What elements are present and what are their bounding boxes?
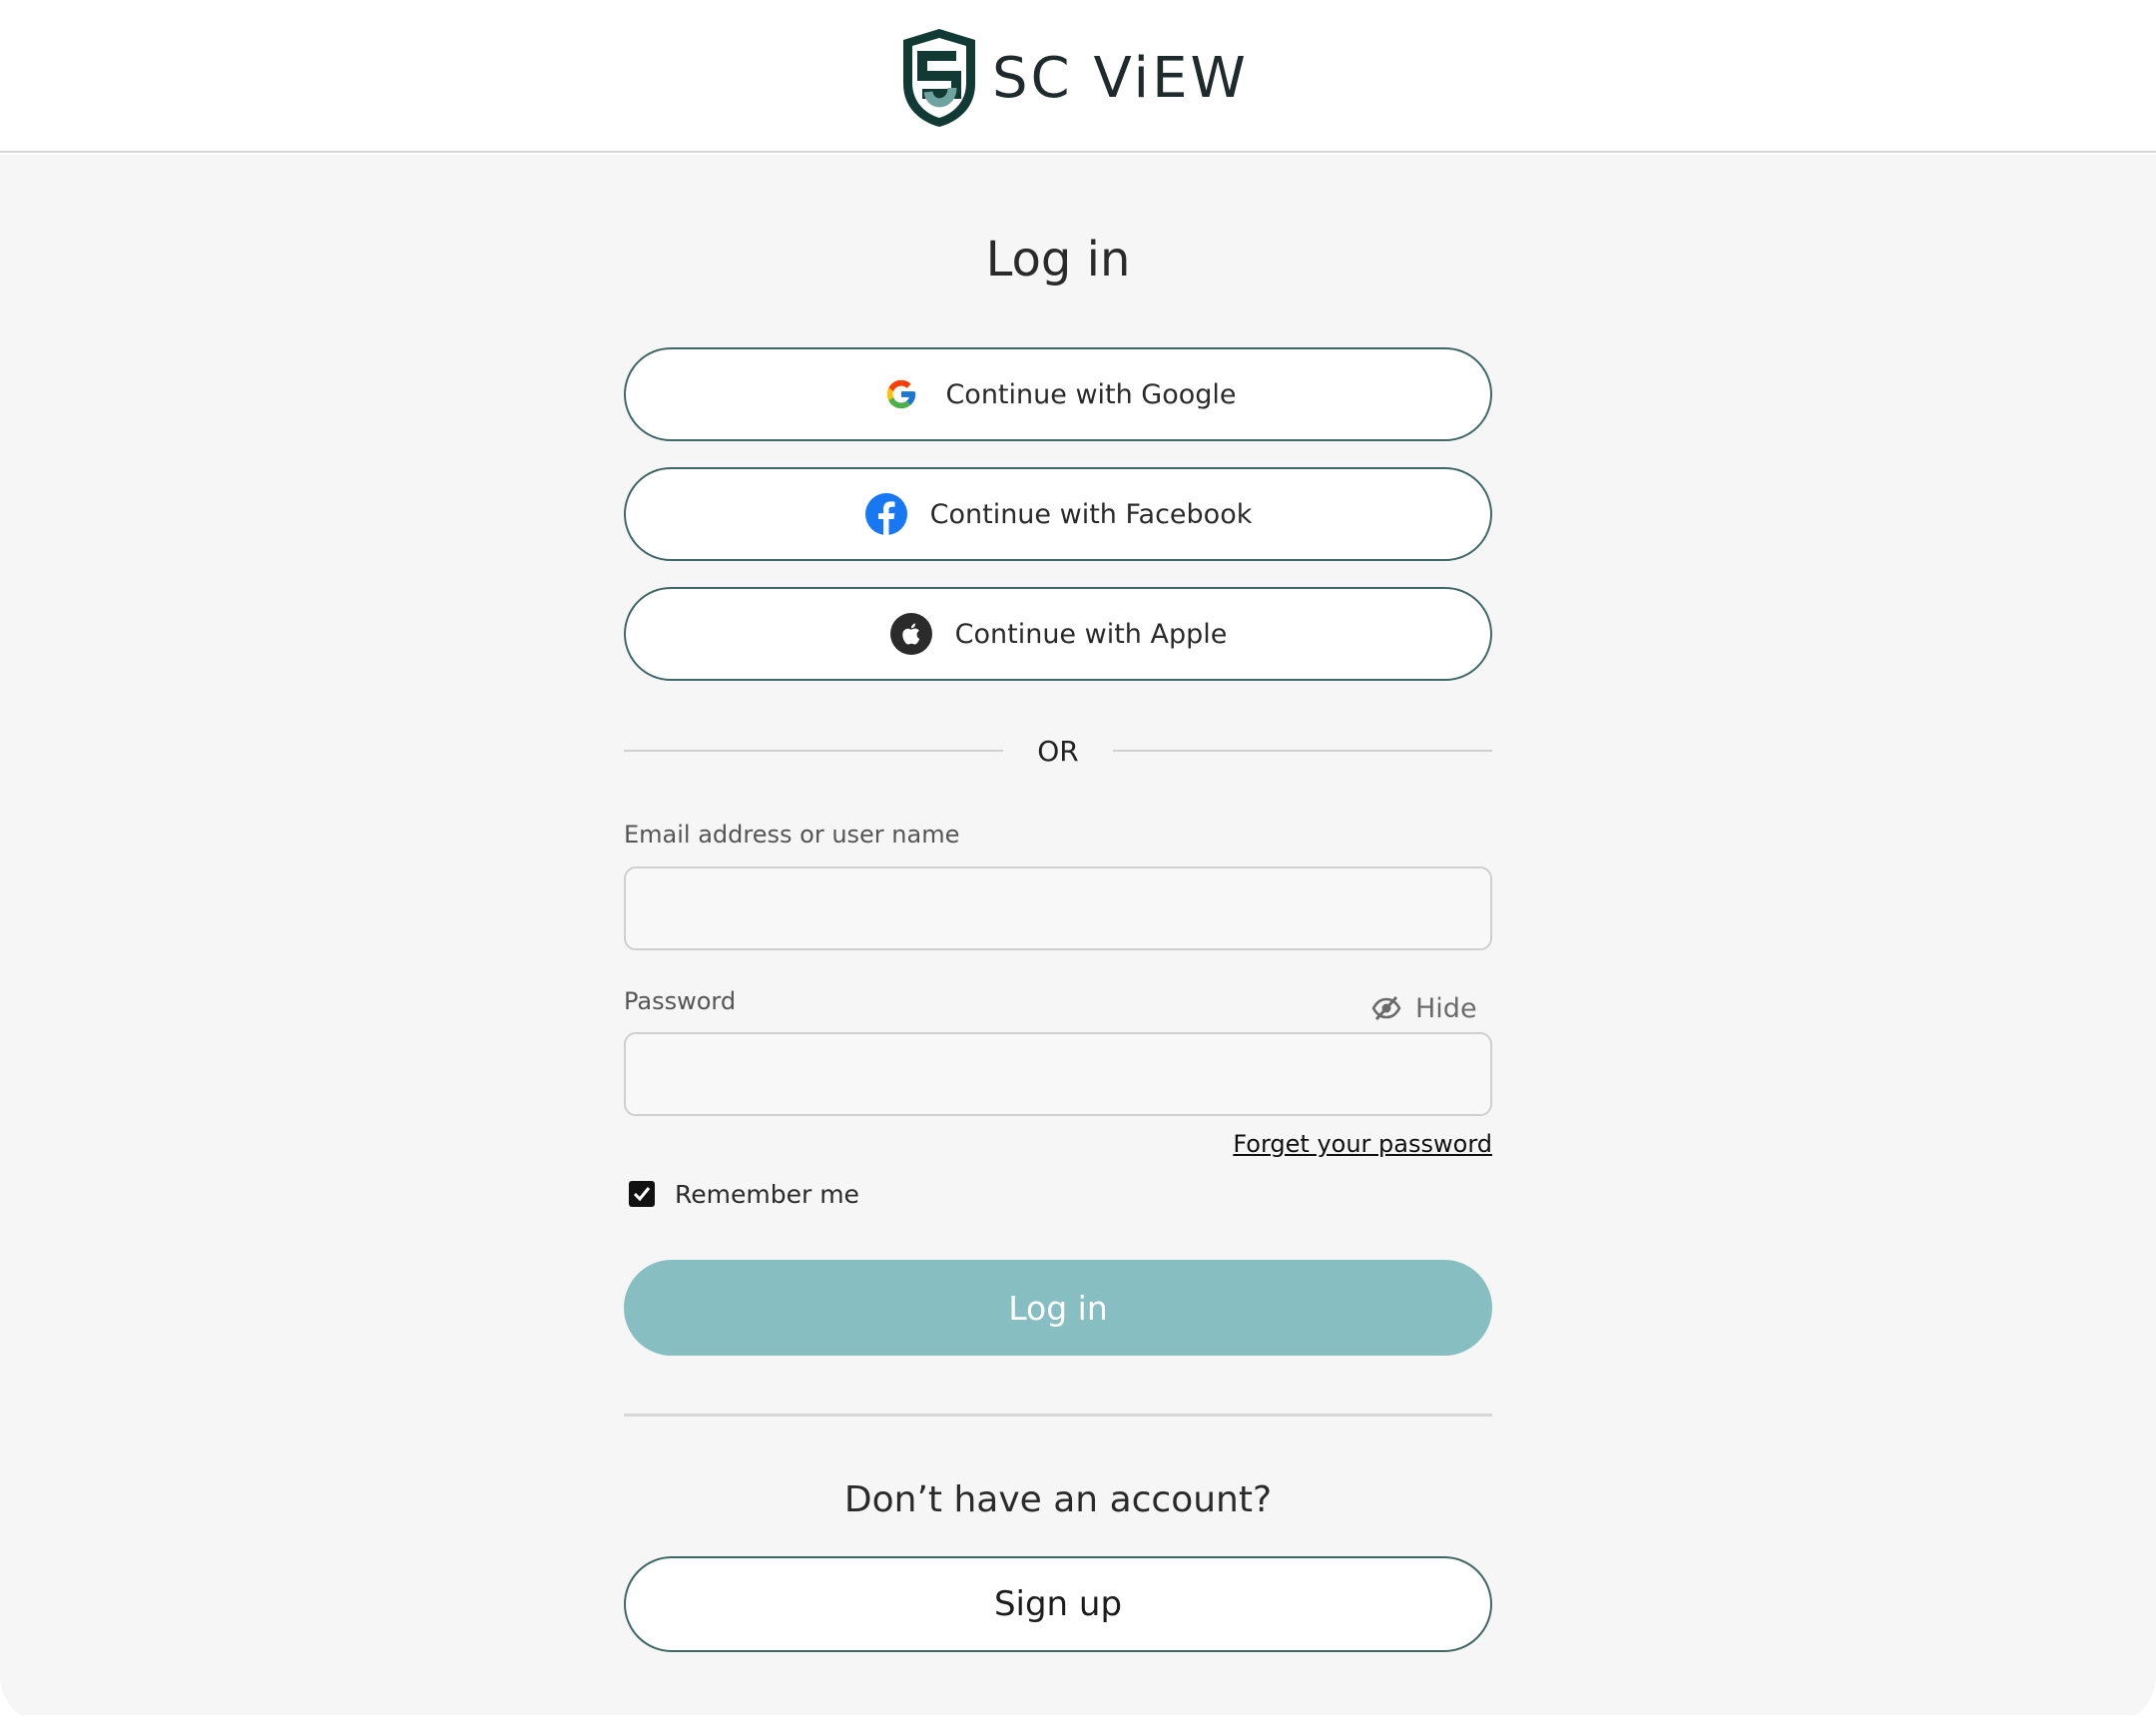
facebook-login-label: Continue with Facebook bbox=[929, 498, 1253, 530]
signup-prompt: Don’t have an account? bbox=[843, 1479, 1273, 1520]
apple-icon bbox=[889, 612, 933, 656]
password-toggle-label: Hide bbox=[1415, 992, 1477, 1024]
google-icon bbox=[879, 372, 923, 416]
shield-logo-icon bbox=[903, 29, 975, 127]
divider-line-right bbox=[1112, 750, 1492, 752]
google-login-button[interactable]: Continue with Google bbox=[624, 347, 1492, 441]
password-visibility-toggle[interactable]: Hide bbox=[1371, 988, 1477, 1028]
brand-name: SC ViEW bbox=[992, 45, 1249, 111]
facebook-icon bbox=[864, 492, 908, 536]
divider-text: OR bbox=[1037, 734, 1079, 768]
eye-slash-icon bbox=[1371, 995, 1401, 1021]
facebook-login-button[interactable]: Continue with Facebook bbox=[624, 467, 1492, 561]
email-label: Email address or user name bbox=[624, 821, 960, 849]
page-bottom-edge bbox=[0, 1715, 2156, 1724]
check-icon bbox=[633, 1187, 651, 1202]
email-field[interactable] bbox=[624, 866, 1492, 950]
password-field[interactable] bbox=[624, 1032, 1492, 1116]
top-header: SC ViEW bbox=[0, 0, 2156, 153]
password-label: Password bbox=[624, 987, 737, 1015]
signup-button[interactable]: Sign up bbox=[624, 1556, 1492, 1652]
section-separator bbox=[624, 1414, 1492, 1417]
brand-logo[interactable]: SC ViEW bbox=[900, 26, 1249, 130]
forgot-password-link[interactable]: Forget your password bbox=[1233, 1130, 1492, 1158]
divider-line-left bbox=[624, 750, 1004, 752]
login-button[interactable]: Log in bbox=[624, 1260, 1492, 1356]
page-title: Log in bbox=[985, 232, 1131, 287]
or-divider: OR bbox=[624, 729, 1492, 773]
remember-me-checkbox[interactable] bbox=[629, 1181, 655, 1207]
google-login-label: Continue with Google bbox=[945, 378, 1237, 410]
remember-me-row[interactable]: Remember me bbox=[629, 1176, 859, 1212]
apple-login-label: Continue with Apple bbox=[954, 618, 1228, 650]
remember-me-label: Remember me bbox=[675, 1179, 859, 1209]
apple-login-button[interactable]: Continue with Apple bbox=[624, 587, 1492, 681]
